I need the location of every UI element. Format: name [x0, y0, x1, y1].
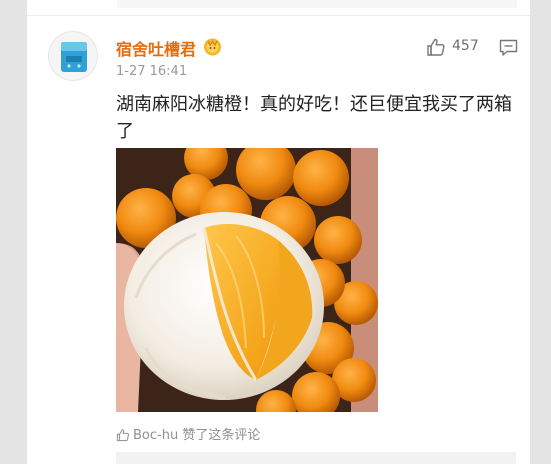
thumbs-up-icon[interactable] — [426, 37, 446, 57]
avatar[interactable] — [48, 31, 98, 81]
previous-comment-edge — [27, 0, 530, 16]
thumbs-up-icon — [116, 429, 130, 442]
reply-area-edge — [116, 452, 516, 464]
comment-card: 宿舍吐槽君 1-27 16:41 457 湖南麻阳冰糖橙！真的好吃！还巨便宜我买… — [27, 0, 530, 464]
liked-by-user[interactable]: Boc-hu — [133, 428, 178, 443]
comment-text: 湖南麻阳冰糖橙！真的好吃！还巨便宜我买了两箱了 — [116, 94, 512, 142]
comment-bubble-icon[interactable] — [499, 39, 518, 57]
comment-photo[interactable] — [116, 148, 378, 412]
like-count: 457 — [452, 38, 479, 54]
liked-by-row: Boc-hu 赞了这条评论 — [116, 424, 260, 443]
username[interactable]: 宿舍吐槽君 — [116, 36, 196, 60]
comment-timestamp: 1-27 16:41 — [116, 64, 188, 79]
liked-by-suffix: 赞了这条评论 — [178, 428, 261, 443]
fan-badge-icon — [204, 38, 221, 56]
